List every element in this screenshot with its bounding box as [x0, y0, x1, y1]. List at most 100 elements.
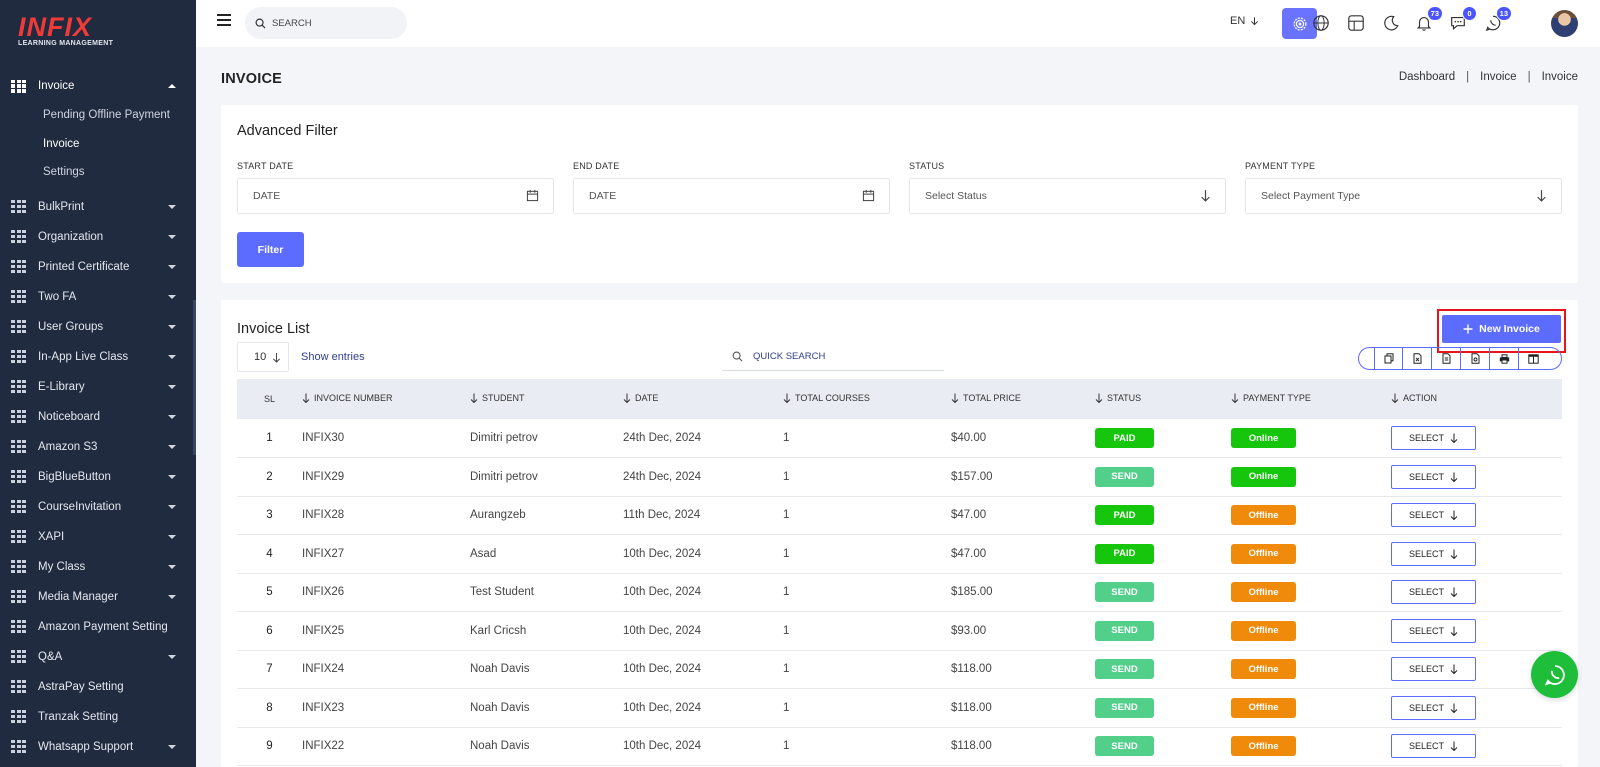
cell-invoice-number: INFIX25 [302, 624, 345, 637]
grid-icon [11, 680, 26, 693]
column-header-payment-type[interactable]: PAYMENT TYPE [1231, 379, 1391, 419]
table-row: 2 INFIX29 Dimitri petrov 24th Dec, 2024 1 $15… [237, 458, 1562, 497]
sidebar-item-media-manager[interactable]: Media Manager [0, 582, 196, 612]
select-action-button[interactable]: SELECT [1391, 503, 1476, 528]
cell-payment-type: Offline [1231, 650, 1391, 689]
sidebar-item-amazon-s3[interactable]: Amazon S3 [0, 432, 196, 462]
sidebar-item-bulkprint[interactable]: BulkPrint [0, 192, 196, 222]
sidebar-subitem-pending-offline-payment[interactable]: Pending Offline Payment [0, 101, 196, 130]
cell-invoice-number: INFIX28 [302, 509, 345, 522]
sidebar-item-courseinvitation[interactable]: CourseInvitation [0, 492, 196, 522]
sort-arrow-icon [302, 393, 310, 405]
notification-bell-icon[interactable]: 73 [1414, 6, 1443, 33]
start-date-field[interactable]: DATE [237, 178, 554, 214]
menu-toggle-icon[interactable] [217, 14, 231, 26]
caret-up-icon [168, 84, 176, 88]
breadcrumb-invoice[interactable]: Invoice [1480, 71, 1516, 83]
select-action-button[interactable]: SELECT [1391, 464, 1476, 489]
sidebar-item-invoice[interactable]: Invoice [0, 71, 196, 101]
select-action-button[interactable]: SELECT [1391, 618, 1476, 643]
column-header-total-price[interactable]: TOTAL PRICE [951, 379, 1095, 419]
copy-icon[interactable] [1374, 348, 1403, 369]
status-badge: PAID [1095, 543, 1154, 564]
select-action-button[interactable]: SELECT [1391, 426, 1476, 450]
cell-status: SEND [1095, 573, 1231, 612]
cell-total-price: $157.00 [951, 470, 993, 483]
select-action-button[interactable]: SELECT [1391, 657, 1476, 682]
column-header-status[interactable]: STATUS [1095, 379, 1231, 419]
sidebar-item-xapi[interactable]: XAPI [0, 522, 196, 552]
search-input[interactable] [272, 17, 392, 29]
status-select[interactable]: Select Status [909, 178, 1226, 214]
layout-icon[interactable] [1346, 13, 1366, 33]
select-action-button[interactable]: SELECT [1391, 734, 1476, 759]
advanced-filter-card: Advanced Filter START DATE DATE END DATE… [221, 105, 1578, 283]
filter-button[interactable]: Filter [237, 232, 304, 267]
whatsapp-chat-button[interactable] [1531, 651, 1578, 698]
sidebar-item-q-a[interactable]: Q&A [0, 642, 196, 672]
cell-action: SELECT [1391, 727, 1562, 766]
sidebar-item-label: Invoice [38, 80, 75, 92]
sidebar-item-user-groups[interactable]: User Groups [0, 312, 196, 342]
select-action-button[interactable]: SELECT [1391, 580, 1476, 605]
sidebar-item-tranzak-setting[interactable]: Tranzak Setting [0, 702, 196, 732]
column-header-invoice-number[interactable]: INVOICE NUMBER [302, 379, 470, 419]
avatar[interactable] [1551, 10, 1578, 37]
sidebar-item-bigbluebutton[interactable]: BigBlueButton [0, 462, 196, 492]
column-header-label: TOTAL PRICE [963, 393, 1021, 403]
language-selector[interactable]: EN [1230, 15, 1259, 27]
sidebar-item-noticeboard[interactable]: Noticeboard [0, 402, 196, 432]
sidebar-item-my-class[interactable]: My Class [0, 552, 196, 582]
cell-action: SELECT [1391, 458, 1562, 497]
pdf-file-icon[interactable] [1461, 348, 1490, 369]
column-header-sl[interactable]: SL [237, 379, 302, 419]
sidebar-item-amazon-payment-setting[interactable]: Amazon Payment Setting [0, 612, 196, 642]
cell-total-courses: 1 [783, 470, 790, 483]
whatsapp-icon[interactable]: 13 [1483, 6, 1512, 33]
table-row: 9 INFIX22 Noah Davis 10th Dec, 2024 1 $118.00… [237, 727, 1562, 766]
csv-file-icon[interactable] [1432, 348, 1461, 369]
status-badge: SEND [1095, 582, 1154, 603]
cell-action: SELECT [1391, 612, 1562, 651]
end-date-field[interactable]: DATE [573, 178, 890, 214]
column-header-total-courses[interactable]: TOTAL COURSES [783, 379, 951, 419]
select-action-button[interactable]: SELECT [1391, 541, 1476, 566]
sidebar-item-e-library[interactable]: E-Library [0, 372, 196, 402]
sort-arrow-icon [1095, 393, 1103, 405]
start-date-placeholder: DATE [253, 190, 281, 202]
new-invoice-button[interactable]: New Invoice [1442, 315, 1561, 343]
breadcrumb-dashboard[interactable]: Dashboard [1399, 71, 1455, 83]
payment-type-select[interactable]: Select Payment Type [1245, 178, 1562, 214]
status-badge: SEND [1095, 659, 1154, 680]
sidebar: INFIX LEARNING MANAGEMENT Invoice Pending… [0, 0, 196, 767]
print-icon[interactable] [1490, 348, 1519, 369]
globe-icon[interactable] [1311, 13, 1331, 33]
column-header-date[interactable]: DATE [623, 379, 783, 419]
select-action-label: SELECT [1408, 510, 1444, 521]
columns-icon[interactable] [1519, 348, 1548, 369]
sidebar-item-in-app-live-class[interactable]: In-App Live Class [0, 342, 196, 372]
chat-icon[interactable]: 0 [1448, 6, 1477, 33]
invoice-list-card: Invoice List New Invoice 10 Show entries [221, 300, 1578, 767]
table-row: 1 INFIX30 Dimitri petrov 24th Dec, 2024 1 $40… [237, 419, 1562, 458]
sidebar-item-two-fa[interactable]: Two FA [0, 282, 196, 312]
invoice-list-title: Invoice List [237, 321, 310, 337]
gear-icon [1293, 17, 1306, 30]
global-search[interactable] [245, 7, 407, 39]
dark-mode-icon[interactable] [1381, 13, 1401, 33]
select-action-button[interactable]: SELECT [1391, 695, 1476, 720]
sidebar-subitem-settings[interactable]: Settings [0, 158, 196, 187]
sidebar-item-printed-certificate[interactable]: Printed Certificate [0, 252, 196, 282]
sidebar-item-whatsapp-support[interactable]: Whatsapp Support [0, 732, 196, 762]
sidebar-item-organization[interactable]: Organization [0, 222, 196, 252]
quick-search-input[interactable] [753, 351, 923, 362]
quick-search[interactable] [722, 343, 944, 371]
logo[interactable]: INFIX LEARNING MANAGEMENT [18, 12, 128, 56]
entries-select[interactable]: 10 [237, 342, 289, 372]
sidebar-scrollbar[interactable] [193, 300, 196, 455]
sidebar-item-astrapay-setting[interactable]: AstraPay Setting [0, 672, 196, 702]
excel-file-icon[interactable] [1403, 348, 1432, 369]
sidebar-subitem-invoice[interactable]: Invoice [0, 130, 196, 159]
column-header-student[interactable]: STUDENT [470, 379, 623, 419]
column-header-action[interactable]: ACTION [1391, 379, 1562, 419]
